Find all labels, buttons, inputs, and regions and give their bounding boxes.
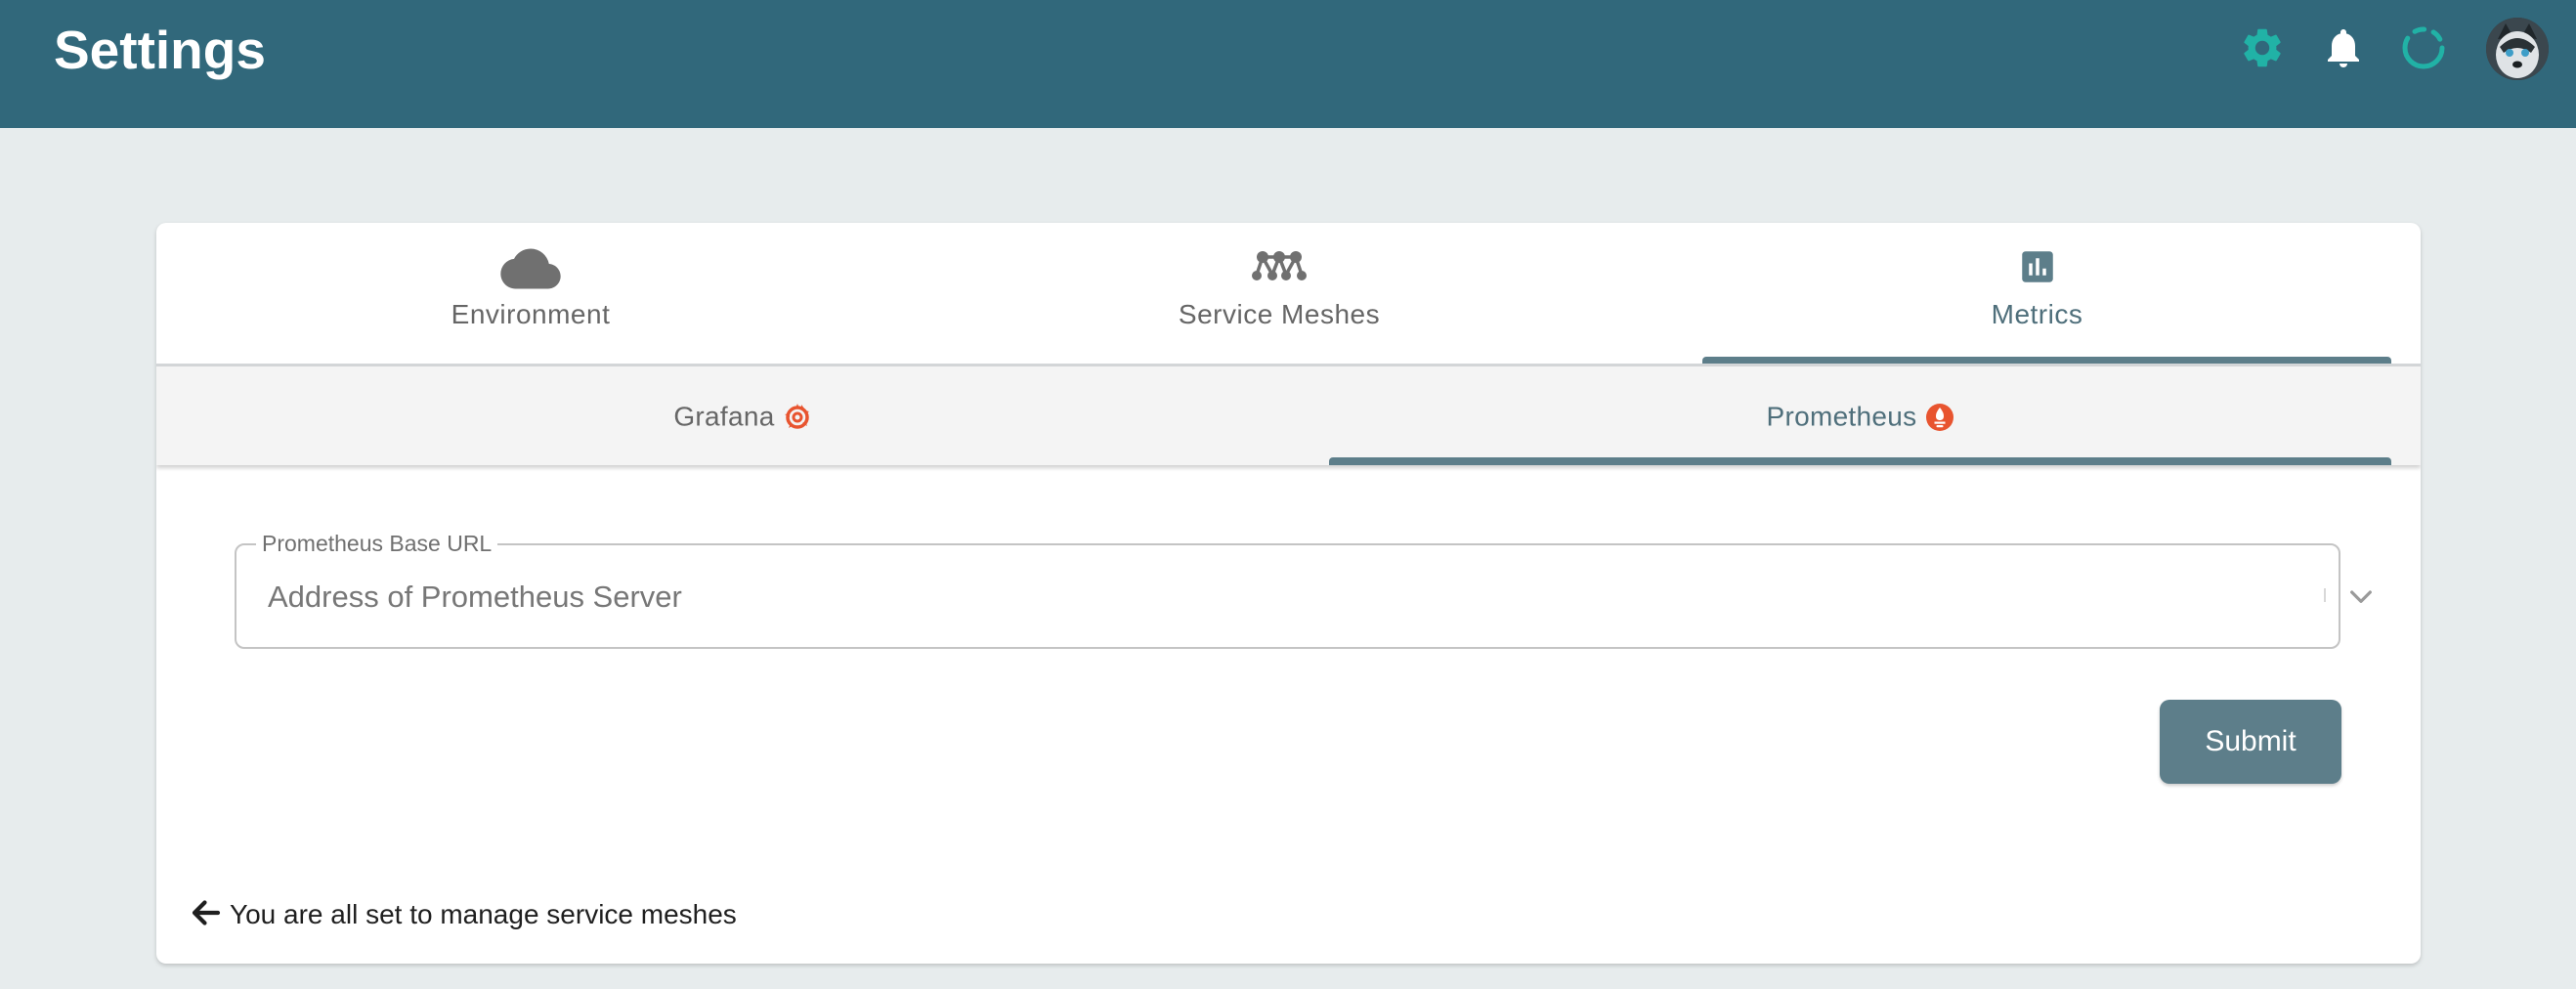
- active-tab-indicator: [1702, 357, 2391, 364]
- loading-spinner-icon: [2400, 24, 2447, 71]
- back-link-text: You are all set to manage service meshes: [230, 899, 737, 929]
- tab-environment-label: Environment: [451, 299, 611, 329]
- arrow-left-icon: [192, 900, 221, 925]
- chevron-down-icon[interactable]: [2345, 580, 2377, 612]
- settings-card: Environment Service Meshes Metrics Grafa…: [156, 223, 2421, 964]
- tab-grafana[interactable]: Grafana: [156, 366, 1329, 465]
- submit-button[interactable]: Submit: [2160, 700, 2341, 784]
- tab-service-meshes-label: Service Meshes: [1178, 299, 1381, 329]
- field-separator: [2324, 588, 2326, 602]
- tab-metrics-label: Metrics: [1991, 299, 2083, 329]
- tab-environment[interactable]: Environment: [156, 223, 905, 364]
- prometheus-icon: [1925, 403, 1953, 431]
- main-tabs: Environment Service Meshes Metrics: [156, 223, 2421, 366]
- tab-metrics[interactable]: Metrics: [1653, 223, 2421, 364]
- page-title: Settings: [54, 20, 266, 80]
- prometheus-url-field: Prometheus Base URL: [235, 532, 2372, 649]
- app-bar: Settings: [0, 0, 2576, 128]
- mesh-icon: [1252, 251, 1307, 280]
- prometheus-url-input[interactable]: [266, 577, 2126, 618]
- gear-icon[interactable]: [2239, 24, 2286, 71]
- bar-chart-icon: [2021, 251, 2053, 282]
- active-subtab-indicator: [1329, 457, 2391, 465]
- tab-service-meshes[interactable]: Service Meshes: [905, 223, 1653, 364]
- tab-prometheus[interactable]: Prometheus: [1329, 366, 2421, 465]
- cloud-icon: [500, 248, 561, 289]
- tab-grafana-label: Grafana: [673, 401, 775, 432]
- bell-icon[interactable]: [2320, 24, 2367, 71]
- metrics-subtabs: Grafana Prometheus: [156, 366, 2421, 465]
- tab-prometheus-label: Prometheus: [1766, 401, 1917, 432]
- avatar[interactable]: [2486, 18, 2549, 80]
- prometheus-url-label: Prometheus Base URL: [256, 532, 498, 555]
- grafana-icon: [784, 403, 809, 429]
